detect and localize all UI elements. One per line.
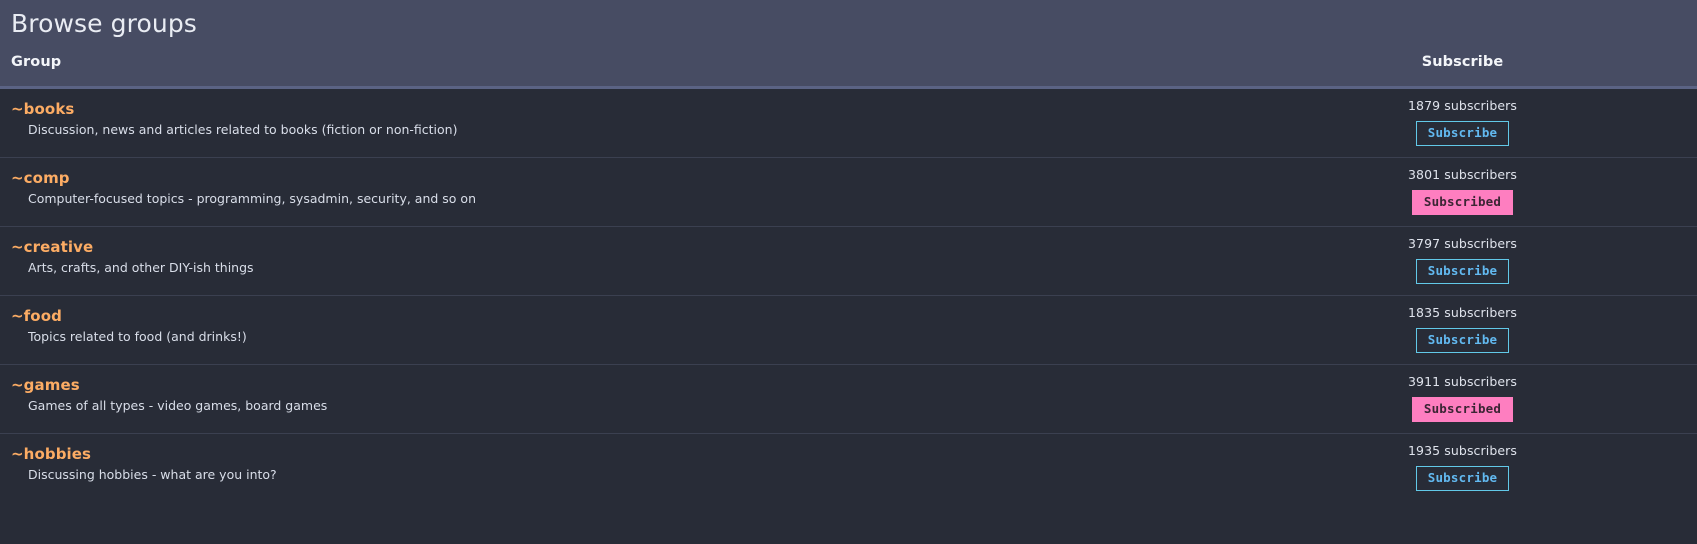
subscribe-button[interactable]: Subscribe xyxy=(1415,120,1510,146)
subscribe-cell: 3797 subscribers Subscribe xyxy=(1349,235,1576,284)
group-row: ~books Discussion, news and articles rela… xyxy=(0,89,1697,158)
group-name-link[interactable]: ~books xyxy=(11,100,74,119)
subscribe-cell: 1879 subscribers Subscribe xyxy=(1349,97,1576,146)
table-header-row: Group Subscribe xyxy=(0,54,1697,84)
subscribe-cell: 1835 subscribers Subscribe xyxy=(1349,304,1576,353)
page-title: Browse groups xyxy=(11,9,197,38)
group-row: ~comp Computer-focused topics - programmi… xyxy=(0,158,1697,227)
group-description: Discussing hobbies - what are you into? xyxy=(28,466,277,482)
subscribe-cell: 3911 subscribers Subscribed xyxy=(1349,373,1576,422)
group-row: ~creative Arts, crafts, and other DIY-ish… xyxy=(0,227,1697,296)
subscribe-button[interactable]: Subscribe xyxy=(1415,465,1510,491)
subscribe-button[interactable]: Subscribe xyxy=(1415,327,1510,353)
group-info: ~books Discussion, news and articles rela… xyxy=(11,99,1337,140)
subscribe-cell: 3801 subscribers Subscribed xyxy=(1349,166,1576,215)
subscriber-count: 3797 subscribers xyxy=(1407,236,1518,251)
subscribed-button[interactable]: Subscribed xyxy=(1411,189,1514,215)
group-name-link[interactable]: ~creative xyxy=(11,238,93,257)
group-row: ~food Topics related to food (and drinks!… xyxy=(0,296,1697,365)
group-description: Games of all types - video games, board … xyxy=(28,397,328,413)
page-header: Browse groups Group Subscribe xyxy=(0,0,1697,89)
group-description: Arts, crafts, and other DIY-ish things xyxy=(28,259,254,275)
browse-groups-page: Browse groups Group Subscribe ~books Disc… xyxy=(0,0,1697,544)
subscribed-button[interactable]: Subscribed xyxy=(1411,396,1514,422)
group-description: Topics related to food (and drinks!) xyxy=(28,328,247,344)
subscriber-count: 1835 subscribers xyxy=(1407,305,1518,320)
group-name-link[interactable]: ~food xyxy=(11,307,62,326)
subscriber-count: 1879 subscribers xyxy=(1407,98,1518,113)
group-name-link[interactable]: ~games xyxy=(11,376,80,395)
group-info: ~hobbies Discussing hobbies - what are yo… xyxy=(11,444,1337,485)
group-name-link[interactable]: ~hobbies xyxy=(11,445,91,464)
group-info: ~games Games of all types - video games, … xyxy=(11,375,1337,416)
group-name-link[interactable]: ~comp xyxy=(11,169,70,188)
group-row: ~games Games of all types - video games, … xyxy=(0,365,1697,434)
group-description: Discussion, news and articles related to… xyxy=(28,121,458,137)
column-header-group: Group xyxy=(11,54,62,70)
group-info: ~food Topics related to food (and drinks!… xyxy=(11,306,1337,347)
group-list: ~books Discussion, news and articles rela… xyxy=(0,89,1697,503)
subscriber-count: 3911 subscribers xyxy=(1407,374,1518,389)
subscribe-button[interactable]: Subscribe xyxy=(1415,258,1510,284)
group-description: Computer-focused topics - programming, s… xyxy=(28,190,476,206)
group-info: ~creative Arts, crafts, and other DIY-ish… xyxy=(11,237,1337,278)
subscribe-cell: 1935 subscribers Subscribe xyxy=(1349,442,1576,491)
group-row: ~hobbies Discussing hobbies - what are yo… xyxy=(0,434,1697,503)
column-header-subscribe: Subscribe xyxy=(1421,54,1504,70)
subscriber-count: 3801 subscribers xyxy=(1407,167,1518,182)
subscriber-count: 1935 subscribers xyxy=(1407,443,1518,458)
group-info: ~comp Computer-focused topics - programmi… xyxy=(11,168,1337,209)
